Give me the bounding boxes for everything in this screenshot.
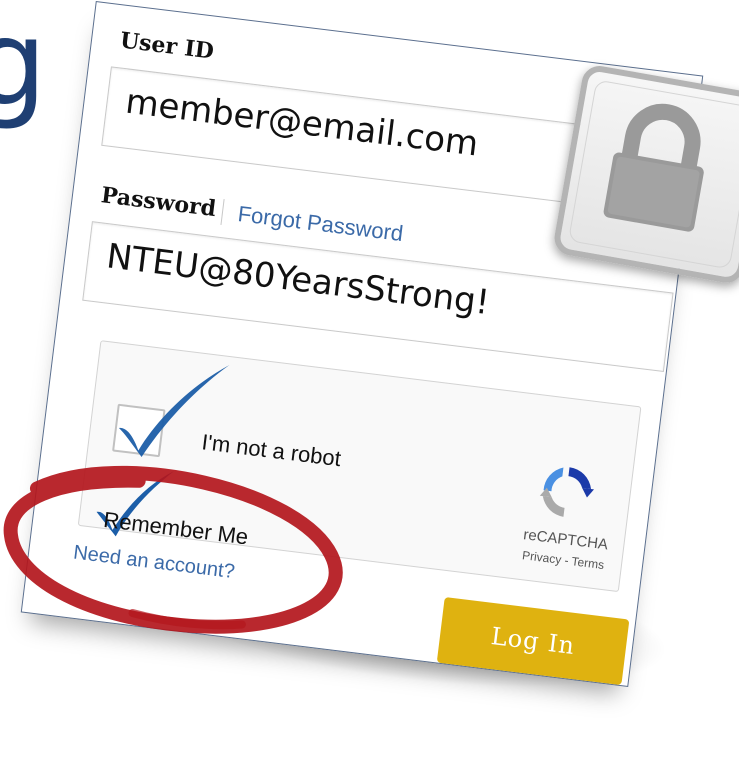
password-value: NTEU@80YearsStrong!: [104, 236, 492, 324]
user-id-value: member@email.com: [123, 81, 481, 165]
padlock-icon: [603, 103, 704, 232]
lock-badge: [551, 63, 739, 286]
label-separator: [220, 199, 225, 225]
recaptcha-logo-icon: [539, 467, 595, 517]
password-label: Password: [99, 182, 218, 223]
forgot-password-link[interactable]: Forgot Password: [236, 201, 404, 247]
user-id-label: User ID: [118, 27, 216, 65]
login-card: User ID member@email.com Password Forgot…: [3, 1, 739, 687]
terms-link[interactable]: Terms: [571, 554, 605, 572]
red-highlight-circle: [3, 465, 343, 634]
privacy-link[interactable]: Privacy: [521, 548, 562, 567]
background-heading-letter: g: [0, 0, 47, 132]
